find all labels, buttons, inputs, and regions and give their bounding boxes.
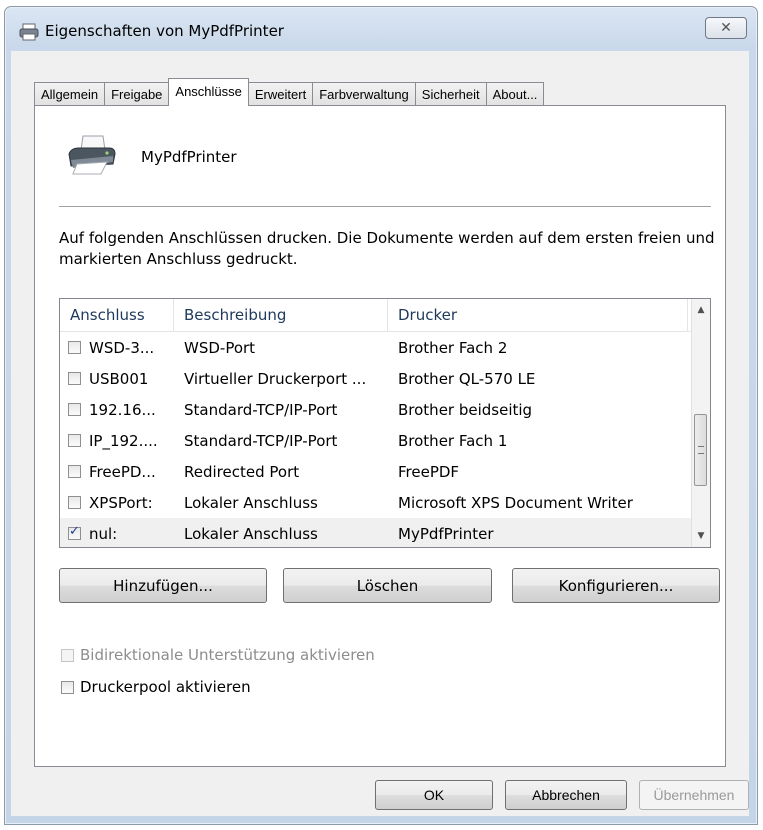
tab-strip: Allgemein Freigabe Anschlüsse Erweitert … (34, 78, 545, 106)
port-printer: Microsoft XPS Document Writer (398, 493, 633, 512)
port-checkbox[interactable] (68, 465, 81, 478)
port-printer: Brother beidseitig (398, 400, 533, 419)
port-name: 192.16... (89, 400, 156, 419)
port-checkbox-checked[interactable] (68, 525, 81, 540)
port-printer: Brother QL-570 LE (398, 369, 536, 388)
list-item-selected[interactable]: nul: Lokaler Anschluss MyPdfPrinter (60, 518, 692, 547)
ports-panel: MyPdfPrinter Auf folgenden Anschlüssen d… (34, 105, 726, 767)
list-item[interactable]: FreePD... Redirected Port FreePDF (60, 456, 692, 487)
port-name: WSD-3... (89, 338, 155, 357)
configure-port-button[interactable]: Konfigurieren... (512, 568, 720, 603)
list-item[interactable]: 192.16... Standard-TCP/IP-Port Brother b… (60, 394, 692, 425)
properties-dialog: Eigenschaften von MyPdfPrinter ✕ Allgeme… (4, 6, 758, 825)
port-printer: MyPdfPrinter (398, 524, 494, 543)
ok-button[interactable]: OK (375, 780, 493, 810)
printer-icon (19, 23, 39, 41)
window-title: Eigenschaften von MyPdfPrinter (45, 22, 284, 40)
list-item[interactable]: USB001 Virtueller Druckerport ... Brothe… (60, 363, 692, 394)
bidirectional-checkbox (61, 648, 74, 662)
dialog-client-area: Allgemein Freigabe Anschlüsse Erweitert … (11, 51, 749, 816)
list-item[interactable]: IP_192.... Standard-TCP/IP-Port Brother … (60, 425, 692, 456)
port-printer: Brother Fach 2 (398, 338, 508, 357)
list-item[interactable]: XPSPort: Lokaler Anschluss Microsoft XPS… (60, 487, 692, 518)
port-printer: Brother Fach 1 (398, 431, 508, 450)
port-description: Standard-TCP/IP-Port (184, 400, 338, 419)
printer-pool-option[interactable]: Druckerpool aktivieren (61, 678, 251, 696)
printer-pool-label[interactable]: Druckerpool aktivieren (80, 678, 251, 696)
port-description: Lokaler Anschluss (184, 524, 318, 543)
tab-sharing[interactable]: Freigabe (104, 82, 170, 106)
port-checkbox[interactable] (68, 434, 81, 447)
scroll-up-arrow-icon[interactable]: ▲ (692, 301, 710, 319)
close-icon: ✕ (720, 20, 732, 36)
apply-button: Übernehmen (639, 780, 749, 810)
printer-name: MyPdfPrinter (141, 148, 237, 166)
tab-color-management[interactable]: Farbverwaltung (312, 82, 416, 106)
printer-icon (68, 135, 116, 175)
close-button[interactable]: ✕ (705, 17, 747, 39)
ports-list[interactable]: Anschluss Beschreibung Drucker WSD-3... … (59, 298, 711, 548)
port-checkbox[interactable] (68, 496, 81, 509)
vertical-scrollbar[interactable]: ▲ ▼ (691, 299, 710, 547)
port-name: IP_192.... (89, 431, 158, 450)
list-rows: WSD-3... WSD-Port Brother Fach 2 USB001 … (60, 332, 692, 547)
port-name: FreePD... (89, 462, 156, 481)
port-checkbox[interactable] (68, 403, 81, 416)
port-name: nul: (89, 524, 118, 543)
list-item[interactable]: WSD-3... WSD-Port Brother Fach 2 (60, 332, 692, 363)
port-checkbox[interactable] (68, 341, 81, 354)
bidirectional-support-option: Bidirektionale Unterstützung aktivieren (61, 646, 375, 664)
port-description: Redirected Port (184, 462, 300, 481)
tab-advanced[interactable]: Erweitert (247, 82, 314, 106)
separator (59, 206, 711, 207)
port-name: USB001 (89, 369, 149, 388)
port-checkbox[interactable] (68, 372, 81, 385)
port-description: Standard-TCP/IP-Port (184, 431, 338, 450)
port-name: XPSPort: (89, 493, 153, 512)
column-header-description[interactable]: Beschreibung (174, 299, 388, 331)
port-description: Lokaler Anschluss (184, 493, 318, 512)
port-description: WSD-Port (184, 338, 256, 357)
tab-about[interactable]: About... (485, 82, 545, 106)
port-printer: FreePDF (398, 462, 460, 481)
column-header-port[interactable]: Anschluss (60, 299, 174, 331)
cancel-button[interactable]: Abbrechen (505, 780, 627, 810)
scroll-down-arrow-icon[interactable]: ▼ (692, 527, 710, 545)
column-header-printer[interactable]: Drucker (388, 299, 688, 331)
printer-pool-checkbox[interactable] (61, 680, 74, 694)
port-description: Virtueller Druckerport ... (184, 369, 367, 388)
bidirectional-label: Bidirektionale Unterstützung aktivieren (80, 646, 375, 664)
delete-port-button[interactable]: Löschen (283, 568, 492, 603)
grip-icon (698, 446, 704, 454)
ports-description: Auf folgenden Anschlüssen drucken. Die D… (59, 229, 715, 268)
add-port-button[interactable]: Hinzufügen... (59, 568, 267, 603)
scrollbar-thumb[interactable] (694, 414, 707, 486)
title-bar[interactable]: Eigenschaften von MyPdfPrinter ✕ (5, 7, 757, 51)
list-header: Anschluss Beschreibung Drucker (60, 299, 692, 332)
tab-general[interactable]: Allgemein (34, 82, 106, 106)
tab-security[interactable]: Sicherheit (414, 82, 487, 106)
tab-ports[interactable]: Anschlüsse (168, 78, 249, 106)
